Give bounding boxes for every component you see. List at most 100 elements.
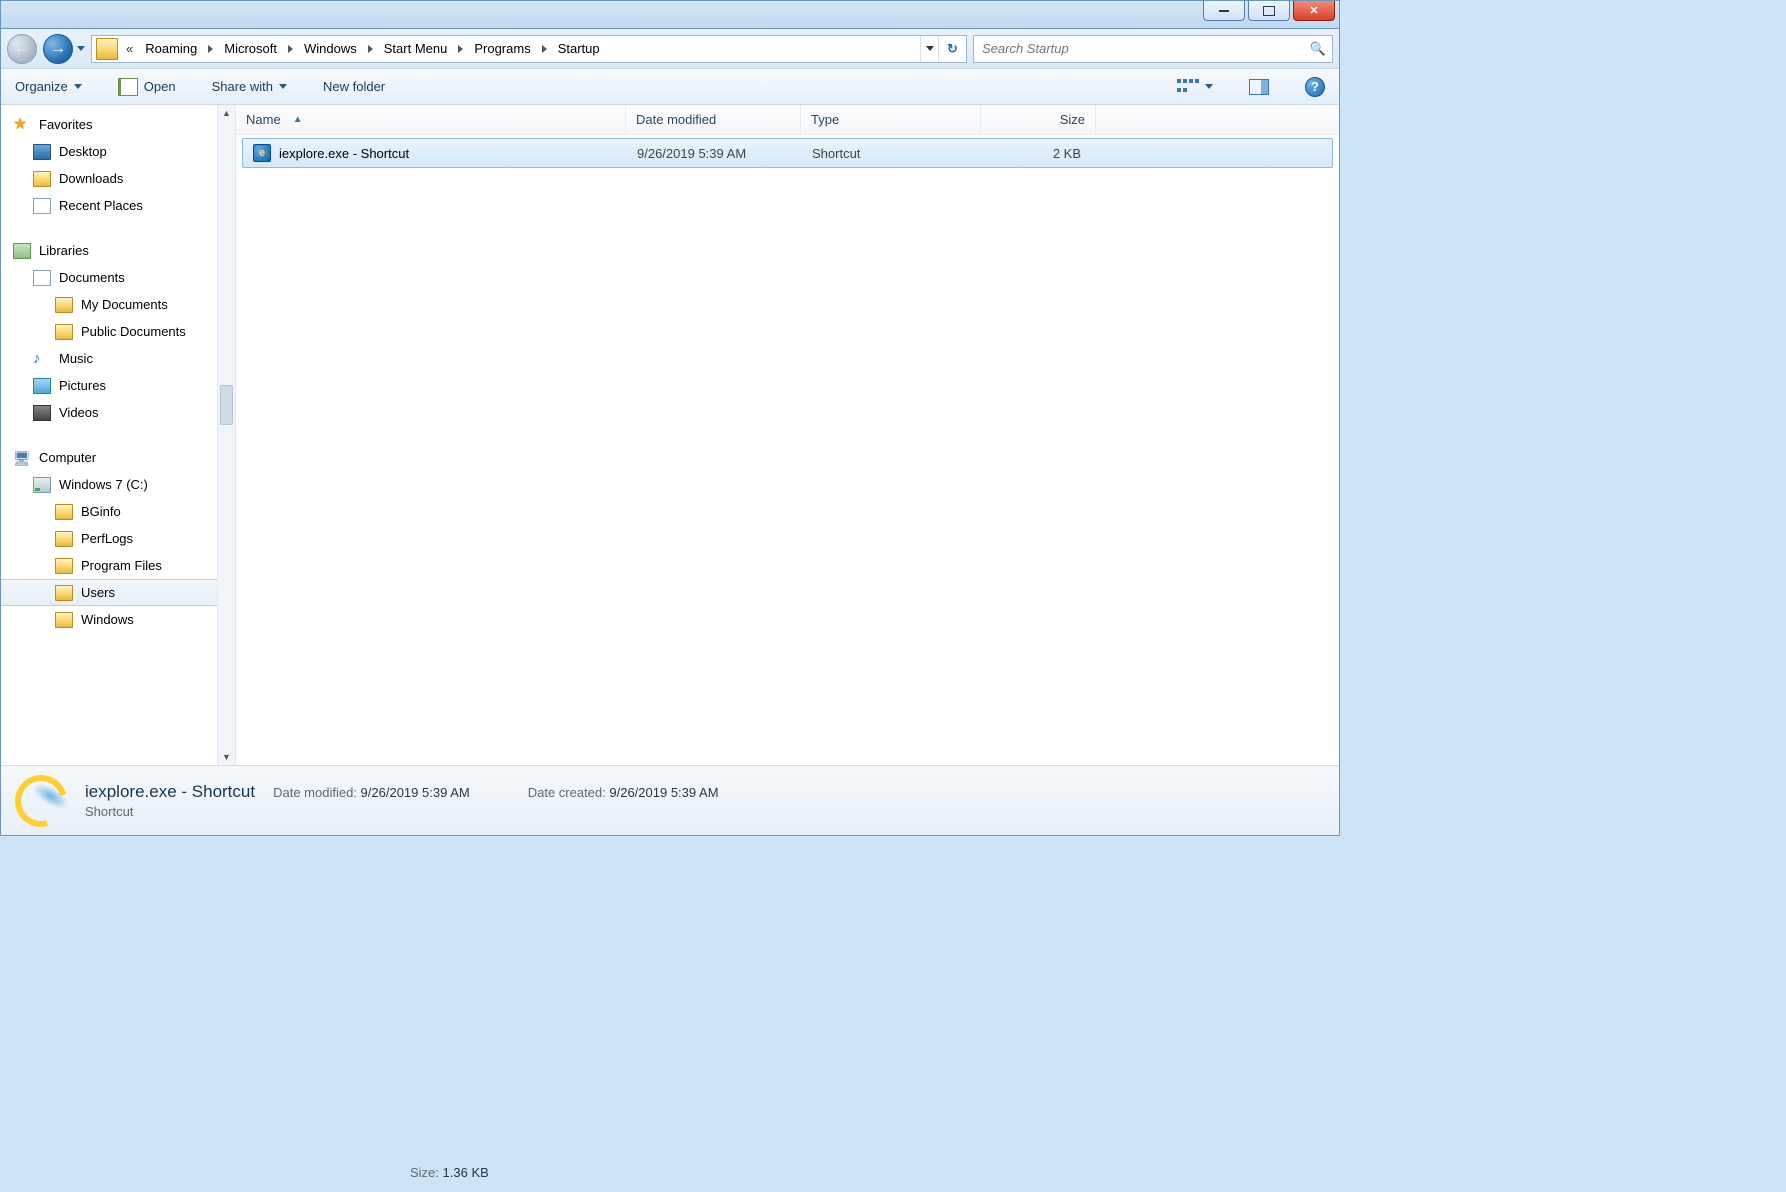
column-name[interactable]: Name ▲	[236, 105, 626, 134]
nav-music[interactable]: ♪Music	[1, 345, 217, 372]
nav-my-documents[interactable]: My Documents	[1, 291, 217, 318]
doc-icon	[33, 198, 51, 214]
nav-desktop[interactable]: Desktop	[1, 138, 217, 165]
nav-history-dropdown[interactable]	[77, 46, 85, 51]
chevron-right-icon	[288, 45, 293, 53]
minimize-button[interactable]	[1203, 1, 1245, 21]
chevron-right-icon	[542, 45, 547, 53]
breadcrumb-roaming[interactable]: Roaming	[139, 36, 203, 62]
details-type: Shortcut	[85, 804, 719, 819]
folder-icon	[96, 38, 118, 60]
column-type[interactable]: Type	[801, 105, 981, 134]
chevron-down-icon	[279, 84, 287, 89]
chevron-down-icon	[74, 84, 82, 89]
new-folder-button[interactable]: New folder	[323, 79, 385, 94]
breadcrumb-programs[interactable]: Programs	[468, 36, 536, 62]
breadcrumb-start-menu[interactable]: Start Menu	[378, 36, 454, 62]
scroll-down-icon[interactable]: ▼	[218, 749, 235, 765]
organize-button[interactable]: Organize	[15, 79, 82, 94]
breadcrumb-microsoft[interactable]: Microsoft	[218, 36, 283, 62]
breadcrumb-overflow[interactable]: «	[120, 41, 139, 56]
star-icon: ★	[13, 117, 31, 133]
view-options-button[interactable]	[1177, 79, 1213, 95]
navpane-scrollbar[interactable]: ▲ ▼	[217, 105, 235, 765]
address-bar[interactable]: « Roaming Microsoft Windows Start Menu P…	[91, 35, 967, 63]
search-icon[interactable]: 🔍	[1304, 41, 1332, 57]
computer-label: Computer	[39, 450, 96, 465]
favorites-label: Favorites	[39, 117, 92, 132]
date-modified-value: 9/26/2019 5:39 AM	[361, 785, 470, 800]
nav-videos[interactable]: Videos	[1, 399, 217, 426]
search-box[interactable]: 🔍	[973, 35, 1333, 63]
music-icon: ♪	[33, 351, 51, 367]
drive-icon	[33, 477, 51, 493]
folder-icon	[33, 171, 51, 187]
sort-asc-icon: ▲	[293, 114, 303, 125]
nav-users[interactable]: Users	[1, 579, 217, 606]
favorites-header[interactable]: ★ Favorites	[1, 111, 217, 138]
chevron-right-icon	[458, 45, 463, 53]
column-date-modified[interactable]: Date modified	[626, 105, 801, 134]
back-button[interactable]: ←	[7, 34, 37, 64]
folder-icon	[55, 531, 73, 547]
command-bar: Organize Open Share with New folder ?	[1, 69, 1339, 105]
open-icon	[118, 78, 138, 96]
date-modified-label: Date modified:	[273, 785, 357, 800]
breadcrumb-startup[interactable]: Startup	[552, 36, 606, 62]
help-button[interactable]: ?	[1305, 77, 1325, 97]
search-input[interactable]	[974, 41, 1304, 56]
libraries-label: Libraries	[39, 243, 89, 258]
computer-header[interactable]: 🖥 Computer	[1, 444, 217, 471]
column-headers: Name ▲ Date modified Type Size	[236, 105, 1339, 135]
breadcrumb-windows[interactable]: Windows	[298, 36, 363, 62]
nav-windows-folder[interactable]: Windows	[1, 606, 217, 633]
refresh-button[interactable]: ↻	[938, 36, 966, 62]
folder-icon	[55, 612, 73, 628]
navigation-pane: ★ Favorites Desktop Downloads Recent Pla…	[1, 105, 236, 765]
titlebar	[0, 0, 1340, 28]
chevron-right-icon	[368, 45, 373, 53]
scroll-up-icon[interactable]: ▲	[218, 105, 235, 121]
preview-pane-icon	[1249, 79, 1269, 95]
nav-documents[interactable]: Documents	[1, 264, 217, 291]
file-type: Shortcut	[802, 146, 982, 161]
close-button[interactable]	[1293, 1, 1335, 21]
nav-bginfo[interactable]: BGinfo	[1, 498, 217, 525]
nav-pictures[interactable]: Pictures	[1, 372, 217, 399]
column-size[interactable]: Size	[981, 105, 1096, 134]
organize-label: Organize	[15, 79, 68, 94]
file-name: iexplore.exe - Shortcut	[279, 146, 409, 161]
chevron-right-icon	[208, 45, 213, 53]
view-icon	[1177, 79, 1199, 95]
libraries-header[interactable]: Libraries	[1, 237, 217, 264]
share-label: Share with	[212, 79, 273, 94]
details-name: iexplore.exe - Shortcut	[85, 782, 255, 802]
address-bar-row: ← → « Roaming Microsoft Windows Start Me…	[1, 29, 1339, 69]
desktop-icon	[33, 144, 51, 160]
nav-downloads[interactable]: Downloads	[1, 165, 217, 192]
doc-icon	[33, 270, 51, 286]
folder-icon	[55, 558, 73, 574]
nav-perflogs[interactable]: PerfLogs	[1, 525, 217, 552]
ie-shortcut-icon: e	[253, 144, 271, 162]
computer-icon: 🖥	[13, 450, 31, 466]
size-value: 1.36 KB	[443, 1165, 489, 1180]
address-dropdown[interactable]	[920, 36, 938, 62]
open-button[interactable]: Open	[118, 78, 176, 96]
nav-public-documents[interactable]: Public Documents	[1, 318, 217, 345]
maximize-button[interactable]	[1248, 1, 1290, 21]
share-with-button[interactable]: Share with	[212, 79, 287, 94]
preview-pane-button[interactable]	[1249, 79, 1269, 95]
scroll-thumb[interactable]	[220, 385, 233, 425]
nav-program-files[interactable]: Program Files	[1, 552, 217, 579]
nav-drive-c[interactable]: Windows 7 (C:)	[1, 471, 217, 498]
size-label: Size:	[410, 1165, 439, 1180]
date-created-value: 9/26/2019 5:39 AM	[609, 785, 718, 800]
libraries-icon	[13, 243, 31, 259]
forward-button[interactable]: →	[43, 34, 73, 64]
chevron-down-icon	[1205, 84, 1213, 89]
videos-icon	[33, 405, 51, 421]
file-size: 2 KB	[982, 146, 1091, 161]
nav-recent-places[interactable]: Recent Places	[1, 192, 217, 219]
file-row[interactable]: e iexplore.exe - Shortcut 9/26/2019 5:39…	[242, 138, 1333, 168]
